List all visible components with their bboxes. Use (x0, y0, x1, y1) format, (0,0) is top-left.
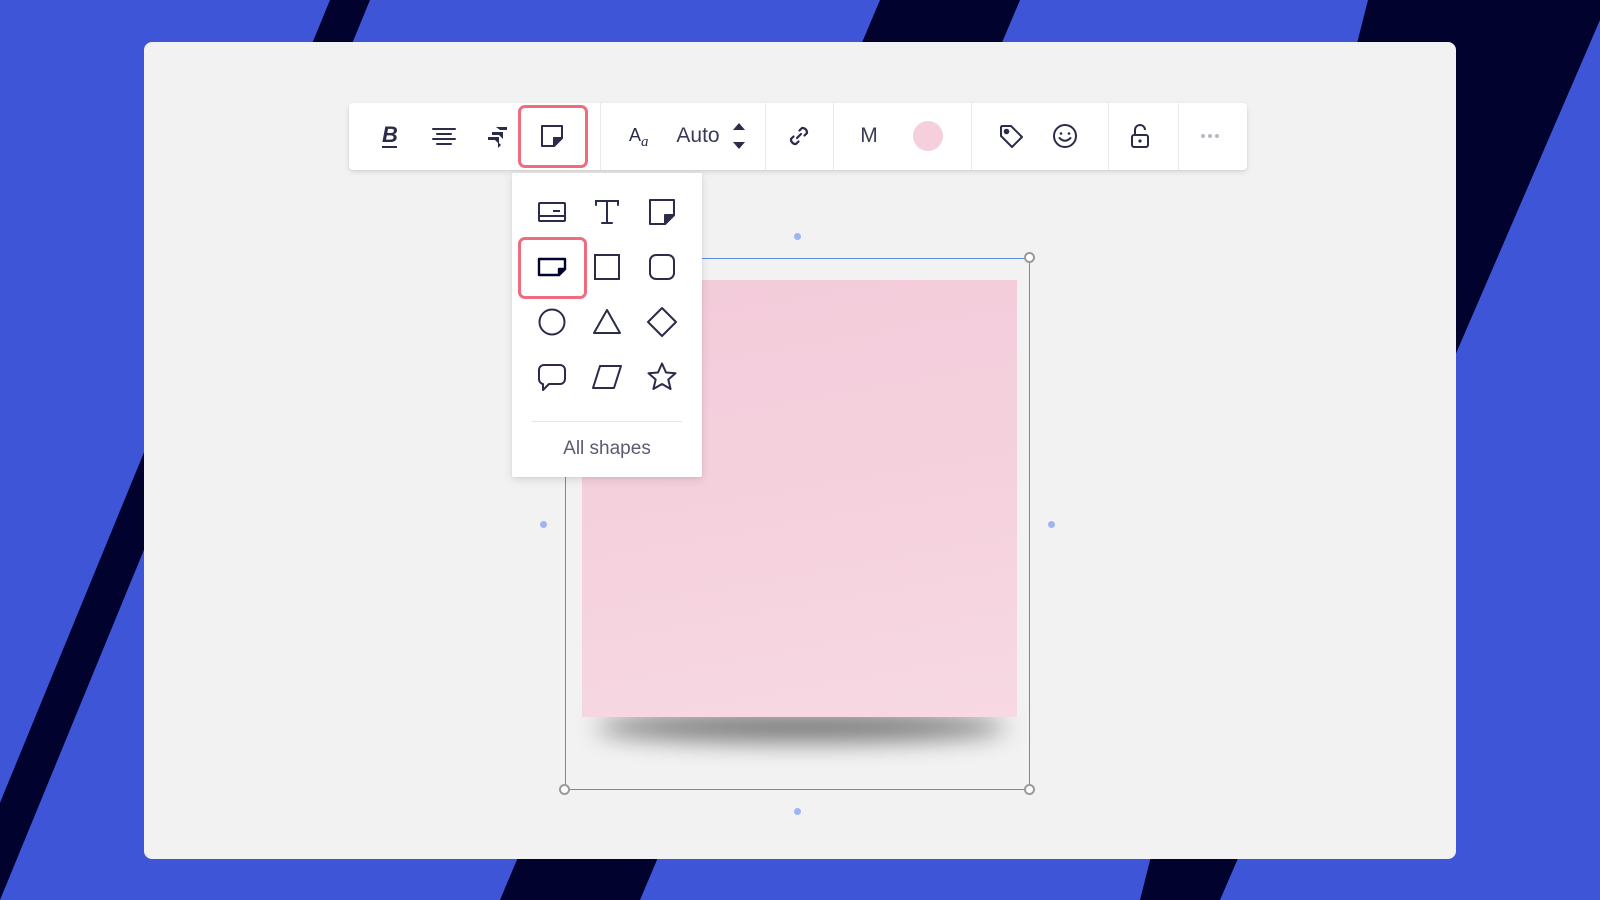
svg-text:A: A (629, 125, 641, 145)
text-align-button[interactable] (422, 114, 466, 158)
lock-button[interactable] (1118, 114, 1162, 158)
unlock-icon (1131, 124, 1149, 148)
shape-sticky-note-square[interactable] (639, 189, 685, 235)
tag-icon (1000, 125, 1023, 148)
shape-speech-bubble[interactable] (529, 354, 575, 400)
shape-card[interactable] (529, 189, 575, 235)
toolbar-separator (833, 103, 834, 170)
align-center-icon (432, 128, 456, 145)
rounded-square-icon (649, 254, 675, 280)
connector-anchor-right[interactable] (1048, 521, 1055, 528)
svg-text:B: B (382, 122, 398, 147)
more-icon (1201, 134, 1219, 138)
diamond-icon (647, 307, 677, 337)
link-button[interactable] (777, 114, 821, 158)
star-icon (647, 362, 677, 390)
selected-shape-highlight (518, 237, 587, 299)
font-size-stepper[interactable] (729, 117, 749, 155)
jira-button[interactable] (476, 114, 520, 158)
toolbar-separator (971, 103, 972, 170)
card-icon (538, 202, 566, 222)
shape-square[interactable] (584, 244, 630, 290)
font-size-button[interactable]: A a (619, 114, 663, 158)
text-icon (595, 200, 619, 224)
selected-tool-highlight (518, 105, 588, 168)
font-size-value: Auto (676, 124, 720, 147)
shape-star[interactable] (639, 354, 685, 400)
parallelogram-icon (592, 365, 622, 389)
font-size-icon: A a (629, 125, 649, 150)
sticky-note-square-icon (649, 199, 675, 225)
shape-circle[interactable] (529, 299, 575, 345)
toolbar-separator (765, 103, 766, 170)
bold-button[interactable]: B (368, 114, 412, 158)
speech-bubble-icon (538, 364, 566, 391)
link-icon (789, 126, 809, 146)
toolbar-separator (1108, 103, 1109, 170)
jira-icon (488, 127, 507, 148)
triangle-icon (593, 309, 621, 334)
all-shapes-link[interactable]: All shapes (512, 435, 702, 463)
shape-text[interactable] (584, 189, 630, 235)
emoji-icon (1053, 124, 1077, 148)
connector-anchor-bottom[interactable] (794, 808, 801, 815)
toolbar-separator (1178, 103, 1179, 170)
note-color-button[interactable] (913, 121, 943, 151)
resize-handle-top-right[interactable] (1024, 252, 1035, 263)
square-icon (594, 254, 620, 280)
resize-handle-bottom-right[interactable] (1024, 784, 1035, 795)
shape-triangle[interactable] (584, 299, 630, 345)
shape-parallelogram[interactable] (584, 354, 630, 400)
note-size-button[interactable]: M (849, 114, 889, 158)
shape-picker-dropdown: All shapes (512, 173, 702, 477)
dropdown-divider (532, 421, 682, 422)
svg-text:a: a (641, 134, 649, 150)
tag-button[interactable] (989, 114, 1033, 158)
context-toolbar: B A a Auto M (349, 103, 1247, 170)
chevron-down-icon[interactable] (731, 139, 747, 151)
chevron-up-icon[interactable] (731, 121, 747, 133)
toolbar-separator (600, 103, 601, 170)
resize-handle-bottom-left[interactable] (559, 784, 570, 795)
more-options-button[interactable] (1188, 114, 1232, 158)
emoji-button[interactable] (1043, 114, 1087, 158)
bold-icon: B (382, 122, 398, 148)
shape-rounded-square[interactable] (639, 244, 685, 290)
connector-anchor-left[interactable] (540, 521, 547, 528)
connector-anchor-top[interactable] (794, 233, 801, 240)
circle-icon (538, 308, 566, 336)
shape-diamond[interactable] (639, 299, 685, 345)
